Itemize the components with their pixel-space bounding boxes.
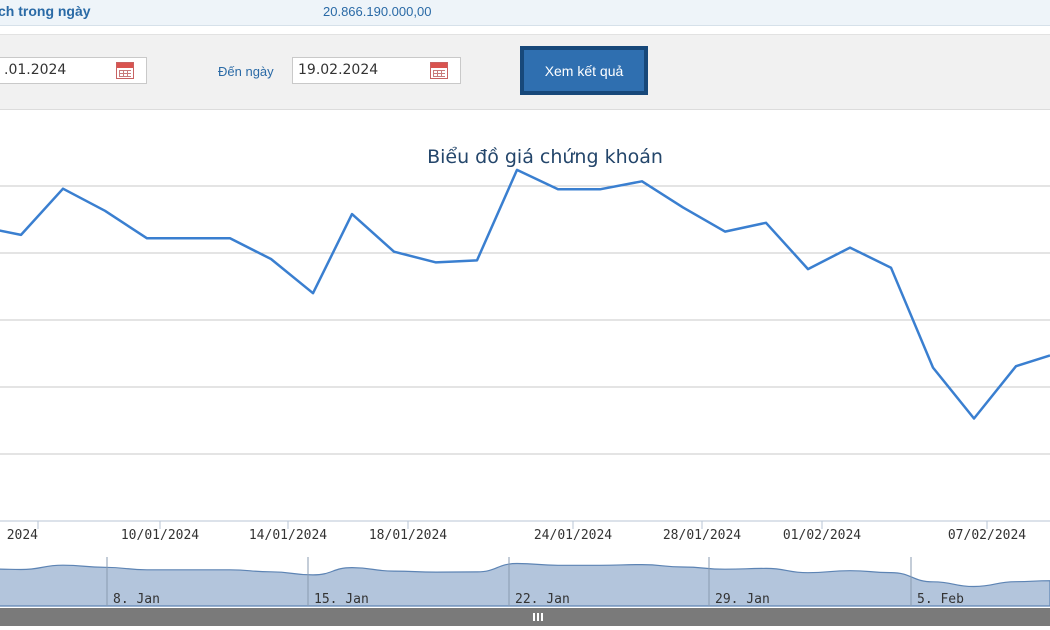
- x-tick-label: 10/01/2024: [121, 528, 199, 543]
- price-chart: 2024 10/01/2024 14/01/2024 18/01/2024 24/01/…: [0, 168, 1050, 607]
- navigator-label: 15. Jan: [314, 592, 369, 607]
- grid-lines: [0, 185, 1050, 455]
- price-series: [0, 168, 1050, 420]
- navigator: 8. Jan 15. Jan 22. Jan 29. Jan 5. Feb: [0, 557, 1050, 607]
- x-tick-label: 28/01/2024: [663, 528, 741, 543]
- x-tick-label: 14/01/2024: [249, 528, 327, 543]
- x-tick-label: 18/01/2024: [369, 528, 447, 543]
- x-tick-label: 2024: [7, 528, 38, 543]
- x-axis: 2024 10/01/2024 14/01/2024 18/01/2024 24/01/…: [0, 520, 1050, 543]
- x-tick-label: 24/01/2024: [534, 528, 612, 543]
- navigator-label: 22. Jan: [515, 592, 570, 607]
- navigator-label: 8. Jan: [113, 592, 160, 607]
- x-tick-label: 07/02/2024: [948, 528, 1026, 543]
- price-line: [0, 168, 1050, 420]
- navigator-label: 5. Feb: [917, 592, 964, 607]
- navigator-scrollbar[interactable]: [0, 608, 1050, 626]
- navigator-label: 29. Jan: [715, 592, 770, 607]
- scrollbar-grip-icon[interactable]: [533, 613, 543, 621]
- x-tick-label: 01/02/2024: [783, 528, 861, 543]
